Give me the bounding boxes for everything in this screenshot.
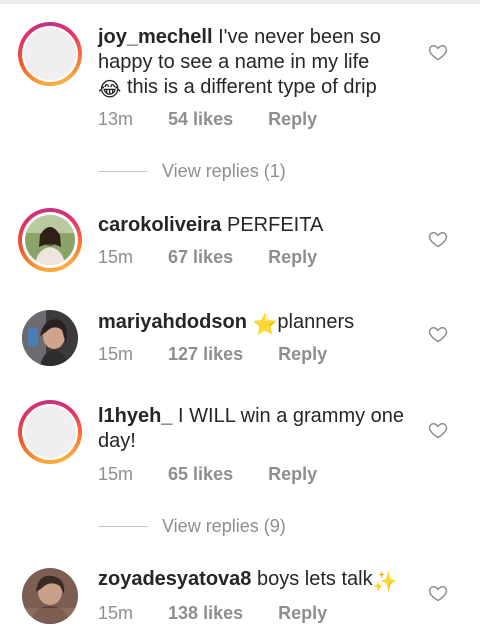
laughing-emoji: 😂 xyxy=(98,79,122,101)
reply-button[interactable]: Reply xyxy=(268,247,317,268)
avatar[interactable] xyxy=(22,568,78,624)
comment-meta: 15m 65 likes Reply xyxy=(98,464,317,485)
comment-text: zoyadesyatova8 boys lets talk✨ xyxy=(98,567,416,595)
avatar[interactable] xyxy=(22,310,78,366)
view-replies-label: View replies (1) xyxy=(162,161,286,181)
comment-time: 15m xyxy=(98,344,134,364)
avatar[interactable] xyxy=(18,208,82,272)
heart-outline-icon[interactable] xyxy=(428,420,448,440)
comment-body: PERFEITA xyxy=(226,214,324,236)
view-replies-label: View replies (9) xyxy=(162,516,286,536)
likes-count[interactable]: 138 likes xyxy=(168,603,243,624)
comment-text: mariyahdodson ⭐planners xyxy=(98,310,416,338)
comment-text: carokoliveira PERFEITA xyxy=(98,213,416,238)
comment-username[interactable]: zoyadesyatova8 xyxy=(98,568,251,590)
reply-button[interactable]: Reply xyxy=(278,344,327,365)
reply-button[interactable]: Reply xyxy=(278,603,327,624)
comment-username[interactable]: mariyahdodson xyxy=(98,311,247,333)
comment-time: 15m xyxy=(98,603,134,623)
comment-body-continued: this is a different type of drip xyxy=(126,76,377,98)
comment-username[interactable]: joy_mechell xyxy=(98,26,213,48)
comment-time: 15m xyxy=(98,247,134,267)
likes-count[interactable]: 67 likes xyxy=(168,247,233,268)
profile-photo xyxy=(25,215,75,265)
comment-username[interactable]: carokoliveira xyxy=(98,214,221,236)
profile-photo xyxy=(22,310,78,366)
sparkles-emoji: ✨ xyxy=(372,571,398,593)
default-avatar-image xyxy=(24,406,76,458)
comment-meta: 15m 67 likes Reply xyxy=(98,247,317,268)
comment-body: boys lets talk xyxy=(256,568,373,590)
heart-outline-icon[interactable] xyxy=(428,324,448,344)
comment-text: joy_mechell I've never been so happy to … xyxy=(98,25,416,103)
reply-button[interactable]: Reply xyxy=(268,464,317,485)
comment-username[interactable]: l1hyeh_ xyxy=(98,405,172,427)
replies-divider-line xyxy=(98,526,148,527)
star-emoji: ⭐ xyxy=(252,314,278,336)
likes-count[interactable]: 54 likes xyxy=(168,109,233,130)
replies-divider-line xyxy=(98,171,148,172)
comment-time: 13m xyxy=(98,109,134,129)
view-replies-button[interactable]: View replies (9) xyxy=(98,516,286,537)
default-avatar-image xyxy=(24,28,76,80)
comment-meta: 15m 138 likes Reply xyxy=(98,603,327,624)
comment-time: 15m xyxy=(98,464,134,484)
heart-outline-icon[interactable] xyxy=(428,42,448,62)
comment-text: l1hyeh_ I WILL win a grammy one day! xyxy=(98,404,416,454)
view-replies-button[interactable]: View replies (1) xyxy=(98,161,286,182)
comment-body: planners xyxy=(277,311,355,333)
comment-meta: 13m 54 likes Reply xyxy=(98,109,317,130)
top-divider xyxy=(0,0,480,4)
likes-count[interactable]: 65 likes xyxy=(168,464,233,485)
avatar[interactable] xyxy=(18,22,82,86)
avatar[interactable] xyxy=(18,400,82,464)
likes-count[interactable]: 127 likes xyxy=(168,344,243,365)
profile-photo xyxy=(22,568,78,624)
heart-outline-icon[interactable] xyxy=(428,583,448,603)
comment-meta: 15m 127 likes Reply xyxy=(98,344,327,365)
heart-outline-icon[interactable] xyxy=(428,229,448,249)
reply-button[interactable]: Reply xyxy=(268,109,317,130)
